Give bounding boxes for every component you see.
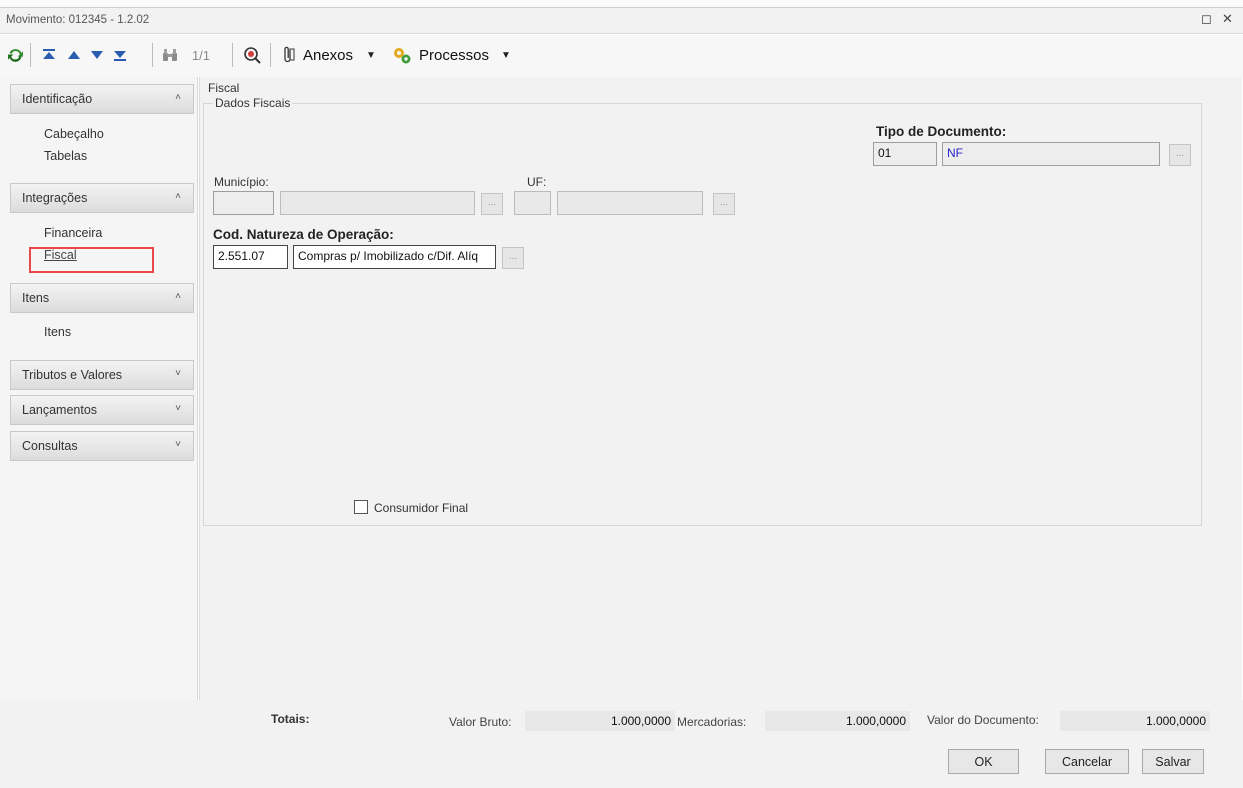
selection-highlight — [29, 247, 154, 273]
consumidor-final-label: Consumidor Final — [374, 501, 469, 515]
municipio-label: Município: — [214, 175, 269, 189]
totals-label: Totais: — [271, 712, 310, 726]
attachments-dropdown-icon[interactable]: ▼ — [364, 43, 378, 67]
tipo-documento-code-field[interactable]: 01 — [873, 142, 937, 166]
nav-group-label: Itens — [22, 291, 50, 305]
next-record-icon[interactable] — [87, 43, 107, 67]
nav-group-consultas[interactable]: Consultas ˅ — [10, 431, 194, 461]
nav-group-lancamentos[interactable]: Lançamentos ˅ — [10, 395, 194, 425]
processes-icon[interactable] — [390, 43, 414, 67]
mercadorias-value: 1.000,0000 — [765, 711, 910, 731]
save-button[interactable]: Salvar — [1142, 749, 1204, 774]
nav-group-itens[interactable]: Itens ˄ — [10, 283, 194, 313]
nav-item-tabelas[interactable]: Tabelas — [44, 149, 87, 163]
restore-icon[interactable]: ◻ — [1201, 11, 1212, 27]
window-title: Movimento: 012345 - 1.2.02 — [6, 14, 150, 26]
chevron-up-icon: ˄ — [175, 191, 181, 202]
uf-name-field[interactable] — [557, 191, 703, 215]
valor-bruto-value: 1.000,0000 — [525, 711, 675, 731]
tipo-documento-description-field[interactable]: NF — [942, 142, 1160, 166]
dados-fiscais-group — [203, 103, 1202, 526]
group-title: Dados Fiscais — [213, 96, 293, 110]
nav-group-integracoes[interactable]: Integrações ˄ — [10, 183, 194, 213]
municipio-name-field[interactable] — [280, 191, 475, 215]
paperclip-icon[interactable] — [278, 43, 298, 67]
nav-group-label: Tributos e Valores — [22, 368, 123, 382]
valor-documento-value: 1.000,0000 — [1060, 711, 1210, 731]
nav-group-label: Integrações — [22, 191, 88, 205]
nav-group-label: Identificação — [22, 92, 93, 106]
record-counter: 1/1 — [191, 47, 211, 63]
natureza-lookup-button[interactable]: ... — [502, 247, 524, 269]
nav-group-label: Lançamentos — [22, 403, 98, 417]
chevron-up-icon: ˄ — [175, 291, 181, 302]
municipio-code-field[interactable] — [213, 191, 274, 215]
refresh-icon[interactable] — [5, 43, 25, 67]
uf-label: UF: — [527, 175, 547, 189]
last-record-icon[interactable] — [110, 43, 130, 67]
cancel-button[interactable]: Cancelar — [1045, 749, 1129, 774]
zoom-icon[interactable] — [241, 43, 263, 67]
tipo-documento-label: Tipo de Documento: — [876, 124, 1007, 139]
previous-record-icon[interactable] — [64, 43, 84, 67]
window-titlebar: Movimento: 012345 - 1.2.02 ◻ ✕ — [0, 0, 1243, 34]
natureza-description-field[interactable]: Compras p/ Imobilizado c/Dif. Alíq — [293, 245, 496, 269]
consumidor-final-checkbox[interactable] — [354, 500, 368, 514]
natureza-code-field[interactable]: 2.551.07 — [213, 245, 288, 269]
valor-bruto-label: Valor Bruto: — [449, 715, 512, 729]
chevron-down-icon: ˅ — [175, 439, 181, 450]
attachments-menu[interactable]: Anexos — [298, 43, 358, 67]
municipio-lookup-button[interactable]: ... — [481, 193, 503, 215]
nav-item-itens[interactable]: Itens — [44, 325, 71, 339]
mercadorias-label: Mercadorias: — [677, 715, 747, 729]
nav-item-financeira[interactable]: Financeira — [44, 226, 102, 240]
close-icon[interactable]: ✕ — [1222, 11, 1233, 27]
uf-lookup-button[interactable]: ... — [713, 193, 735, 215]
ok-button[interactable]: OK — [948, 749, 1019, 774]
nav-group-label: Consultas — [22, 439, 78, 453]
nav-group-identificacao[interactable]: Identificação ˄ — [10, 84, 194, 114]
uf-code-field[interactable] — [514, 191, 551, 215]
tipo-documento-lookup-button[interactable]: ... — [1169, 144, 1191, 166]
natureza-label: Cod. Natureza de Operação: — [213, 227, 394, 242]
toolbar: 1/1 Anexos ▼ Processos ▼ — [0, 35, 1243, 77]
title-strip — [0, 0, 1243, 8]
first-record-icon[interactable] — [39, 43, 59, 67]
nav-group-tributos-e-valores[interactable]: Tributos e Valores ˅ — [10, 360, 194, 390]
chevron-down-icon: ˅ — [175, 403, 181, 414]
page-title: Fiscal — [208, 81, 240, 95]
valor-documento-label: Valor do Documento: — [927, 713, 1039, 727]
nav-item-cabecalho[interactable]: Cabeçalho — [44, 127, 104, 141]
processes-menu[interactable]: Processos — [414, 43, 494, 67]
binoculars-icon[interactable] — [160, 43, 180, 67]
chevron-up-icon: ˄ — [175, 92, 181, 103]
chevron-down-icon: ˅ — [175, 368, 181, 379]
processes-dropdown-icon[interactable]: ▼ — [499, 43, 513, 67]
